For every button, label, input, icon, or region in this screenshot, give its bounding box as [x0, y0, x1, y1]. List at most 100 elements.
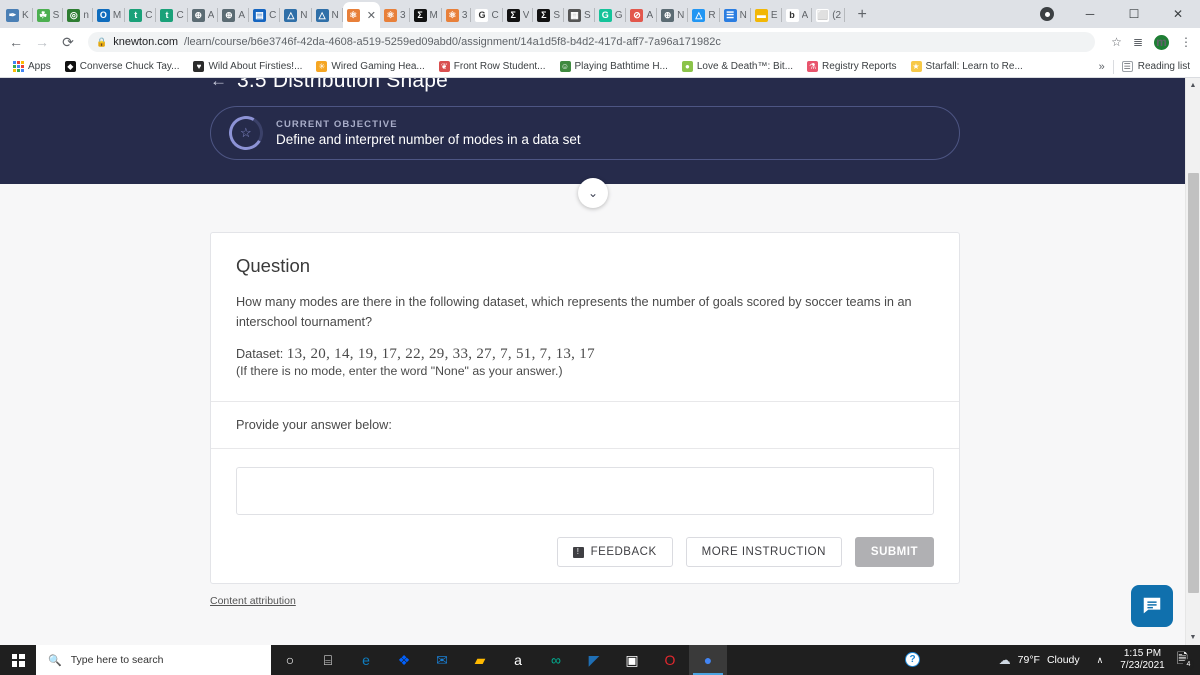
- browser-tab-25[interactable]: bA: [782, 2, 813, 28]
- address-bar[interactable]: 🔒 knewton.com/learn/course/b6e3746f-42da…: [88, 32, 1096, 52]
- taskbar-app-microsoft-edge[interactable]: e: [347, 645, 385, 675]
- back-button[interactable]: ←: [8, 34, 24, 50]
- browser-tab-19[interactable]: GG: [595, 2, 627, 28]
- page-scrollbar[interactable]: ▲ ▼: [1185, 78, 1200, 645]
- content-attribution-link[interactable]: Content attribution: [210, 595, 296, 607]
- scroll-up-button[interactable]: ▲: [1186, 78, 1200, 93]
- bookmark-3[interactable]: ✳ Wired Gaming Hea...: [309, 61, 431, 72]
- lime-icon: ●: [681, 61, 693, 72]
- windows-taskbar: 🔍 Type here to search ○ ⌸ e ❖ ✉ ▰ a ∞ ◤ ▣ O ● ? ☁ 7…: [0, 645, 1200, 675]
- collapse-header-button[interactable]: ⌄: [578, 178, 608, 208]
- profile-indicator-icon[interactable]: [1040, 7, 1054, 21]
- browser-tab-24[interactable]: ▬ E: [751, 2, 782, 28]
- taskbar-app-file-explorer[interactable]: ▰: [461, 645, 499, 675]
- browser-tab-6[interactable]: ⊕ A: [188, 2, 219, 28]
- browser-tab-1[interactable]: ☘ S: [33, 2, 64, 28]
- browser-tab-5[interactable]: tC: [156, 2, 188, 28]
- maximize-button[interactable]: ☐: [1112, 0, 1156, 28]
- back-to-course-icon[interactable]: ←: [210, 78, 227, 91]
- bookmark-4[interactable]: ❦ Front Row Student...: [432, 61, 553, 72]
- taskbar-search[interactable]: 🔍 Type here to search: [36, 645, 271, 675]
- weather-widget[interactable]: ☁ 79°F Cloudy: [991, 653, 1088, 667]
- scrollbar-thumb[interactable]: [1188, 173, 1199, 593]
- help-button[interactable]: ?: [905, 652, 920, 667]
- new-tab-button[interactable]: +: [849, 2, 875, 28]
- browser-tab-15[interactable]: GC: [471, 2, 503, 28]
- tab-label: C: [491, 9, 499, 21]
- bookmark-0[interactable]: Apps: [6, 61, 58, 72]
- browser-tab-16[interactable]: ΣV: [503, 2, 534, 28]
- bookmark-star-icon[interactable]: ☆: [1111, 35, 1122, 49]
- browser-tab-4[interactable]: tC: [125, 2, 157, 28]
- minimize-button[interactable]: ─: [1068, 0, 1112, 28]
- page-title: 3.5 Distribution Shape: [237, 78, 449, 92]
- browser-tab-26[interactable]: ⬜ (2: [812, 2, 846, 28]
- bookmark-6[interactable]: ● Love & Death™: Bit...: [675, 61, 800, 72]
- taskbar-app-google-chrome[interactable]: ●: [689, 645, 727, 675]
- bookmark-7[interactable]: ⚗ Registry Reports: [800, 61, 903, 72]
- close-window-button[interactable]: ✕: [1156, 0, 1200, 28]
- taskbar-app-photos[interactable]: ◤: [575, 645, 613, 675]
- avatar[interactable]: m: [1154, 34, 1169, 50]
- feedback-flag-icon: !: [572, 546, 584, 558]
- taskbar-app-amazon[interactable]: a: [499, 645, 537, 675]
- browser-tab-2[interactable]: ◎ n: [63, 2, 93, 28]
- browser-tab-21[interactable]: ⊕ N: [657, 2, 689, 28]
- browser-tab-10[interactable]: △ N: [312, 2, 343, 28]
- page-content: ← 3.5 Distribution Shape ☆ CURRENT OBJEC…: [0, 78, 1185, 645]
- chat-widget-button[interactable]: [1131, 585, 1173, 627]
- browser-tab-23[interactable]: ☰ N: [720, 2, 751, 28]
- browser-tab-9[interactable]: △ N: [280, 2, 312, 28]
- forward-button[interactable]: →: [34, 34, 50, 50]
- taskbar-app-cortana[interactable]: ○: [271, 645, 309, 675]
- browser-tab-13[interactable]: ΣM: [410, 2, 442, 28]
- taskbar-app-opera[interactable]: O: [651, 645, 689, 675]
- chrome-menu-icon[interactable]: ⋮: [1180, 35, 1192, 49]
- browser-tab-8[interactable]: ▤ C: [249, 2, 281, 28]
- reload-button[interactable]: ⟳: [60, 34, 76, 51]
- teachers-pay-icon-2: t: [160, 8, 174, 22]
- taskbar-app-microsoft-store[interactable]: ▣: [613, 645, 651, 675]
- tab-label: A: [646, 9, 654, 21]
- globe-icon: ⊕: [191, 8, 205, 22]
- google-chrome-icon: ●: [703, 652, 713, 668]
- feedback-button[interactable]: ! FEEDBACK: [556, 537, 673, 568]
- bookmark-5[interactable]: ☺ Playing Bathtime H...: [553, 61, 675, 72]
- browser-tab-11[interactable]: ⚛ ✕: [342, 2, 380, 28]
- tray-expand-icon[interactable]: ∧: [1088, 655, 1113, 666]
- answer-input[interactable]: [236, 467, 934, 516]
- taskbar-app-task-view[interactable]: ⌸: [309, 645, 347, 675]
- scroll-down-button[interactable]: ▼: [1186, 630, 1200, 645]
- knewton-atom-icon-3: ⚛: [445, 8, 459, 22]
- bookmark-8[interactable]: ★ Starfall: Learn to Re...: [904, 61, 1030, 72]
- browser-tab-14[interactable]: ⚛ 3: [442, 2, 472, 28]
- reading-list-button[interactable]: ☰ Reading list: [1121, 61, 1190, 72]
- chat-bubble-icon: [1143, 597, 1161, 614]
- objective-star-icon: ☆: [225, 112, 267, 154]
- taskbar-app-dropbox[interactable]: ❖: [385, 645, 423, 675]
- taskbar-app-bing[interactable]: ∞: [537, 645, 575, 675]
- tab-label: A: [801, 9, 809, 21]
- objective-text-group: CURRENT OBJECTIVE Define and interpret n…: [276, 119, 581, 147]
- notification-center-button[interactable]: 🗎 4: [1173, 648, 1196, 672]
- bookmark-1[interactable]: ◆ Converse Chuck Tay...: [58, 61, 187, 72]
- reading-list-icon[interactable]: ≣: [1133, 35, 1143, 49]
- tab-label: S: [584, 9, 591, 21]
- bookmarks-overflow-button[interactable]: »: [1099, 61, 1105, 73]
- browser-tab-17[interactable]: ΣS: [533, 2, 565, 28]
- browser-tab-12[interactable]: ⚛ 3: [380, 2, 410, 28]
- bookmark-2[interactable]: ♥ Wild About Firsties!...: [186, 61, 309, 72]
- browser-tab-20[interactable]: ⊘ A: [626, 2, 658, 28]
- tab-close-icon[interactable]: ✕: [367, 9, 376, 22]
- start-button[interactable]: [0, 645, 36, 675]
- more-instruction-button[interactable]: MORE INSTRUCTION: [685, 537, 842, 568]
- submit-button[interactable]: SUBMIT: [854, 537, 934, 568]
- browser-tab-18[interactable]: ▦ S: [564, 2, 595, 28]
- taskbar-clock[interactable]: 1:15 PM 7/23/2021: [1112, 648, 1173, 673]
- browser-tab-3[interactable]: OM: [93, 2, 126, 28]
- browser-tab-0[interactable]: ✒ K: [2, 2, 33, 28]
- browser-tab-7[interactable]: ⊕ A: [218, 2, 250, 28]
- taskbar-app-mail[interactable]: ✉: [423, 645, 461, 675]
- star-icon: ★: [910, 61, 922, 72]
- browser-tab-22[interactable]: △ R: [688, 2, 720, 28]
